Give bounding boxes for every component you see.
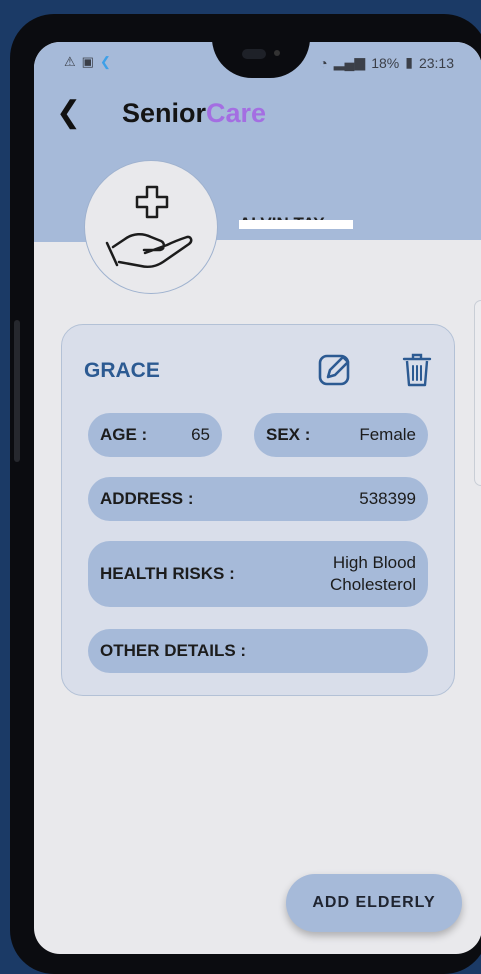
address-value: 538399 xyxy=(359,489,416,508)
clock: 23:13 xyxy=(418,54,454,71)
avatar[interactable] xyxy=(84,160,218,294)
side-button xyxy=(14,320,20,462)
app-title-senior: Senior xyxy=(122,98,207,128)
other-details-label: OTHER DETAILS : xyxy=(100,641,247,660)
health-risks-label: HEALTH RISKS : xyxy=(100,564,235,583)
screen: ⚠ ▣ ❮ ◔ ▂▄▆ 18% ▮ 23:13 ❮ SeniorCare ALV… xyxy=(34,42,481,954)
other-details-field: OTHER DETAILS : xyxy=(88,629,428,673)
health-risks-value: High Blood Cholesterol xyxy=(330,552,416,596)
age-field: AGE : 65 xyxy=(88,413,222,457)
elderly-card[interactable]: GRACE AGE : 65 SEX : Female ADDRESS: 53… xyxy=(61,324,455,696)
age-label: AGE : xyxy=(100,425,148,444)
health-risks-field: HEALTH RISKS : High Blood Cholesterol xyxy=(88,541,428,607)
sex-label: SEX : xyxy=(266,425,311,444)
delete-button[interactable] xyxy=(400,351,434,389)
warning-icon: ⚠ xyxy=(64,54,76,69)
battery-percent: 18% xyxy=(371,54,400,71)
status-bar-left: ⚠ ▣ ❮ xyxy=(64,54,111,70)
age-value: 65 xyxy=(191,425,210,444)
phone-frame: ⚠ ▣ ❮ ◔ ▂▄▆ 18% ▮ 23:13 ❮ SeniorCare ALV… xyxy=(10,14,481,974)
sex-value: Female xyxy=(359,425,416,444)
camera-icon xyxy=(242,49,266,59)
elderly-name: GRACE xyxy=(84,359,160,382)
image-icon: ▣ xyxy=(81,54,94,69)
address-field: ADDRESS : 538399 xyxy=(88,477,428,521)
app-title-care: Care xyxy=(206,98,267,128)
wifi-icon: ◔ xyxy=(319,54,328,71)
status-bar-right: ◔ ▂▄▆ 18% ▮ 23:13 xyxy=(319,54,454,71)
trash-icon xyxy=(402,353,432,387)
address-label: ADDRESS : xyxy=(100,489,194,508)
add-elderly-button[interactable]: ADD ELDERLY xyxy=(286,874,462,932)
signal-icon: ▂▄▆ xyxy=(333,54,366,70)
battery-icon: ▮ xyxy=(405,54,413,70)
health-risks-line-1: High Blood xyxy=(332,553,416,572)
app-title: SeniorCare xyxy=(122,98,266,129)
edit-button[interactable] xyxy=(316,351,354,389)
sensor-icon xyxy=(274,50,280,56)
redaction-bar xyxy=(239,220,353,229)
health-risks-line-2: Cholesterol xyxy=(330,575,416,594)
edit-icon xyxy=(318,354,350,386)
flutter-icon: ❮ xyxy=(99,54,111,69)
sex-field: SEX : Female xyxy=(254,413,428,457)
back-button[interactable]: ❮ xyxy=(56,98,81,128)
next-card-peek[interactable] xyxy=(474,300,481,486)
caring-hand-icon xyxy=(105,185,193,269)
